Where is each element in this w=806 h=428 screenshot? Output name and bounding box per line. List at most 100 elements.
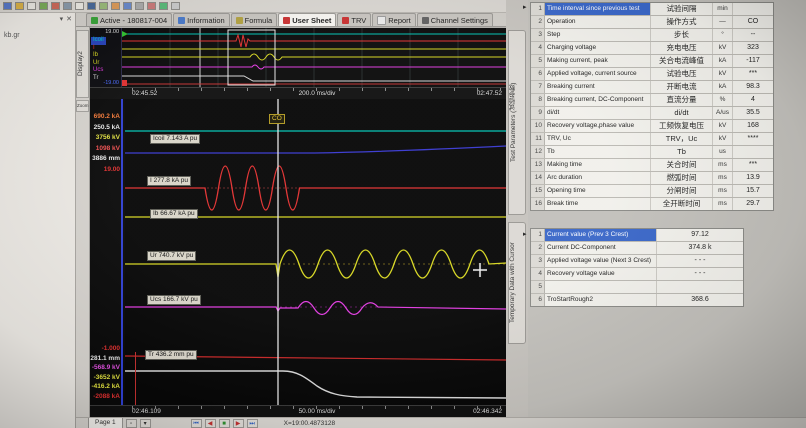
param-name-cell[interactable]: Opening time	[545, 185, 651, 197]
trace-label-ur[interactable]: Ur 740.7 kV pu	[147, 251, 196, 261]
table-row[interactable]: 12 Tb Tb us	[531, 146, 773, 159]
cursor-name-cell[interactable]: Current value (Prev 3 Crest)	[545, 229, 657, 241]
event-marker-co[interactable]: CO	[269, 114, 285, 124]
param-name-cell[interactable]: Arc duration	[545, 172, 651, 184]
param-name-cell[interactable]: Breaking current, DC-Component	[545, 94, 651, 106]
table-row[interactable]: 3 Applied voltage value (Next 3 Crest) -…	[531, 255, 743, 268]
tab-formula[interactable]: Formula	[231, 13, 278, 26]
table-row[interactable]: 5	[531, 281, 743, 294]
tab-information[interactable]: Information	[173, 13, 230, 26]
table-row[interactable]: 2 Current DC-Component 374.8 k	[531, 242, 743, 255]
export-icon[interactable]	[51, 2, 60, 10]
table-row[interactable]: 14 Arc duration 燃弧时间 ms 13.9	[531, 172, 773, 185]
table-row[interactable]: 6 TroStartRough2 368.6	[531, 294, 743, 306]
param-name-cell[interactable]: Step	[545, 29, 651, 41]
table-row[interactable]: 8 Breaking current, DC-Component 直流分量 % …	[531, 94, 773, 107]
save-icon[interactable]	[3, 2, 12, 10]
chart-icon[interactable]	[111, 2, 120, 10]
prev-record-button[interactable]: ◀	[205, 419, 216, 428]
table-row[interactable]: 4 Recovery voltage value - - -	[531, 268, 743, 281]
dock-item-label[interactable]: kb.gr	[0, 24, 75, 47]
table-row[interactable]: 7 Breaking current 开断电流 kA 98.3	[531, 81, 773, 94]
last-record-button[interactable]: ⏭	[247, 419, 258, 428]
tab-user-sheet[interactable]: User Sheet	[278, 13, 336, 26]
param-value-cell	[733, 3, 773, 15]
stop-button[interactable]: ■	[219, 419, 230, 428]
tab-display2[interactable]: Display2	[76, 30, 89, 98]
page-tab[interactable]: Page 1	[88, 418, 123, 428]
tab-active-test[interactable]: Active - 180817-004	[86, 13, 172, 26]
table-row[interactable]: 2 Operation 操作方式 — CO	[531, 16, 773, 29]
overview-waveform-chart[interactable]	[122, 28, 506, 87]
param-name-cell[interactable]: Making current, peak	[545, 55, 651, 67]
param-name-cell[interactable]: Operation	[545, 16, 651, 28]
channel-item-i[interactable]: I	[91, 45, 106, 53]
next-record-button[interactable]: ▶	[233, 419, 244, 428]
param-name-cell[interactable]: Tb	[545, 146, 651, 158]
table-row[interactable]: 3 Step 步长 ° --	[531, 29, 773, 42]
row-number: 4	[531, 268, 545, 280]
table-row[interactable]: 16 Break time 全开断时间 ms 29.7	[531, 198, 773, 210]
tab-channel-settings[interactable]: Channel Settings	[417, 13, 493, 26]
table-row[interactable]: 15 Opening time 分闸时间 ms 15.7	[531, 185, 773, 198]
first-record-button[interactable]: ⏮	[191, 419, 202, 428]
grid-icon[interactable]	[135, 2, 144, 10]
cursor-name-cell[interactable]: Applied voltage value (Next 3 Crest)	[545, 255, 657, 267]
tab-test-parameters[interactable]: Test Parameters (试验参数)	[508, 30, 526, 215]
pin-icon[interactable]: ▾	[60, 15, 64, 23]
param-name-cell[interactable]: Making time	[545, 159, 651, 171]
new-sheet-icon[interactable]	[27, 2, 36, 10]
trace-label-ucs[interactable]: Ucs 166.7 kV pu	[147, 295, 201, 305]
import-icon[interactable]	[39, 2, 48, 10]
param-cn-cell: 直流分量	[651, 94, 713, 106]
tab-report[interactable]: Report	[372, 13, 416, 26]
copy-icon[interactable]	[87, 2, 96, 10]
param-name-cell[interactable]: TRV, Uc	[545, 133, 651, 145]
table-row[interactable]: 4 Charging voltage 充电电压 kV 323	[531, 42, 773, 55]
table-row[interactable]: 13 Making time 关合时间 ms ***	[531, 159, 773, 172]
param-name-cell[interactable]: Charging voltage	[545, 42, 651, 54]
new-page-button[interactable]: ▫	[126, 419, 137, 428]
trace-label-i[interactable]: I 277.8 kA pu	[147, 176, 191, 186]
help-icon[interactable]	[171, 2, 180, 10]
param-name-cell[interactable]: di/dt	[545, 107, 651, 119]
table-row[interactable]: 11 TRV, Uc TRV，Uc kV ****	[531, 133, 773, 146]
table-row[interactable]: 6 Applied voltage, current source 试验电压 k…	[531, 68, 773, 81]
trace-label-icoil[interactable]: Icoil 7.143 A pu	[150, 134, 200, 144]
row-number: 1	[531, 229, 545, 241]
table-row[interactable]: 9 di/dt di/dt A/us 35.5	[531, 107, 773, 120]
table-row[interactable]: 1 Current value (Prev 3 Crest) 97.12	[531, 229, 743, 242]
table-row[interactable]: 5 Making current, peak 关合电流峰值 kA -117	[531, 55, 773, 68]
zoom-tool-icon[interactable]	[123, 2, 132, 10]
cursor-name-cell[interactable]: Current DC-Component	[545, 242, 657, 254]
cursor-name-cell[interactable]: TroStartRough2	[545, 294, 657, 306]
param-name-cell[interactable]: Applied voltage, current source	[545, 68, 651, 80]
open-icon[interactable]	[15, 2, 24, 10]
param-name-cell[interactable]: Breaking current	[545, 81, 651, 93]
channel-item-icoil[interactable]: Icoil	[91, 37, 106, 45]
paste-icon[interactable]	[99, 2, 108, 10]
tr-cursor-handle[interactable]	[135, 352, 136, 405]
tab-trv[interactable]: TRV	[337, 13, 371, 26]
trace-label-tr[interactable]: Tr 436.2 mm pu	[145, 350, 197, 360]
param-name-cell[interactable]: Recovery voltage,phase value	[545, 120, 651, 132]
param-name-cell[interactable]: Time interval since previous test	[545, 3, 651, 15]
calibrate-icon[interactable]	[147, 2, 156, 10]
cursor-name-cell[interactable]	[545, 281, 657, 293]
cursor-name-cell[interactable]: Recovery voltage value	[545, 268, 657, 280]
print-icon[interactable]	[63, 2, 72, 10]
preview-icon[interactable]	[75, 2, 84, 10]
tab-temporary-data-cursor[interactable]: Temporary Data with Cursor	[508, 222, 526, 344]
table-row[interactable]: 10 Recovery voltage,phase value 工频恢复电压 k…	[531, 120, 773, 133]
table-row[interactable]: 1 Time interval since previous test 试验间隔…	[531, 3, 773, 16]
tab-zoom[interactable]: Zoom	[76, 100, 89, 112]
channel-item-ur[interactable]: Ur	[91, 60, 106, 68]
channel-item-ib[interactable]: Ib	[91, 52, 106, 60]
channel-item-ucs[interactable]: Ucs	[91, 67, 106, 75]
settings-icon[interactable]	[159, 2, 168, 10]
close-icon[interactable]: ✕	[66, 15, 72, 23]
param-name-cell[interactable]: Break time	[545, 198, 651, 210]
trace-label-ib[interactable]: Ib 66.67 kA pu	[150, 209, 198, 219]
scale-value: -3652 kV	[90, 373, 120, 383]
page-menu-button[interactable]: ▾	[140, 419, 151, 428]
